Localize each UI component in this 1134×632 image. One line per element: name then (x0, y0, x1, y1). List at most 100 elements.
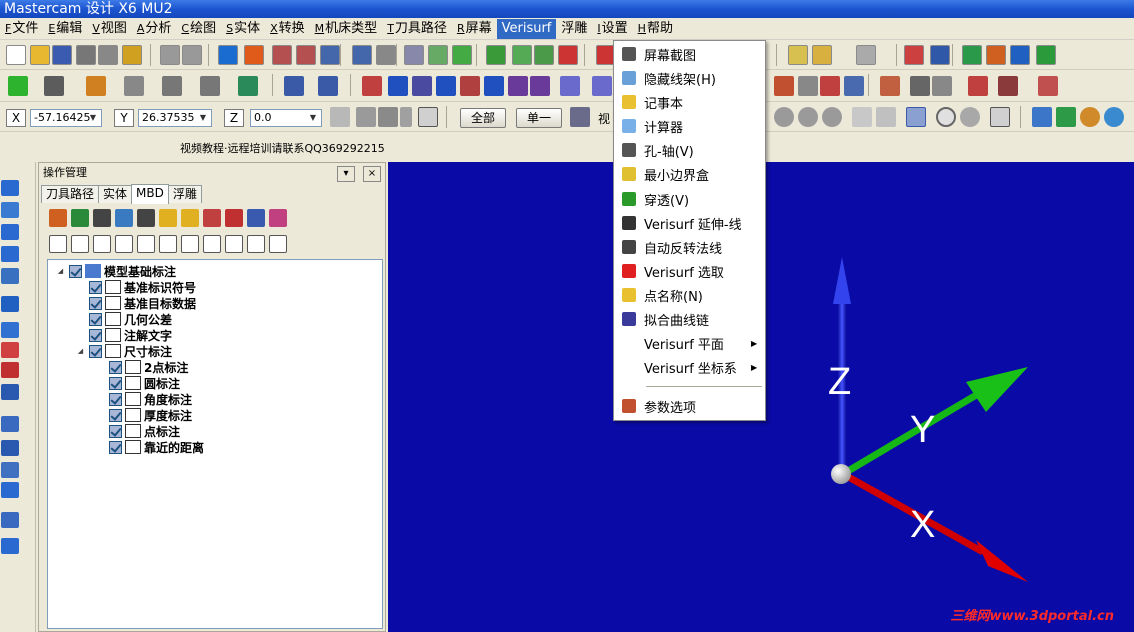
ops-dim-tool-icon-8[interactable] (225, 235, 243, 253)
toolbar2-button-icon-22[interactable] (844, 76, 864, 96)
menu-5[interactable]: S实体 (221, 19, 265, 39)
left-tool-icon-12[interactable] (1, 462, 19, 478)
help-icon[interactable] (418, 107, 438, 127)
ops-tool-icon-4[interactable] (137, 209, 155, 227)
select-all-button[interactable]: 全部 (460, 108, 506, 128)
menu-10[interactable]: Verisurf (496, 18, 557, 39)
ops-tab-1[interactable]: 实体 (98, 185, 133, 203)
color-select-icon[interactable] (960, 107, 980, 127)
toolbar2-button-icon-6[interactable] (238, 76, 258, 96)
ops-close-button[interactable]: × (363, 166, 381, 182)
tree-checkbox[interactable] (89, 344, 102, 358)
toolbar1-button-icon-23[interactable] (788, 45, 808, 65)
toolbar1-button-icon-14[interactable] (376, 45, 396, 65)
menu-13[interactable]: H帮助 (633, 19, 678, 39)
toolbar1-button-icon-29[interactable] (986, 45, 1006, 65)
toolbar2-button-icon-13[interactable] (460, 76, 480, 96)
ops-dim-tool-icon-9[interactable] (247, 235, 265, 253)
ops-dim-tool-icon-2[interactable] (93, 235, 111, 253)
ops-tool-icon-10[interactable] (269, 209, 287, 227)
verisurf-menu-item[interactable]: 参数选项 (614, 394, 765, 418)
ops-minimize-button[interactable]: ▾ (337, 166, 355, 182)
verisurf-menu-item[interactable]: 最小边界盒 (614, 162, 765, 186)
ops-dim-tool-icon-6[interactable] (181, 235, 199, 253)
mask-surface-icon[interactable] (774, 107, 794, 127)
toolbar2-button-icon-12[interactable] (436, 76, 456, 96)
left-tool-icon-5[interactable] (1, 296, 19, 312)
tree-node[interactable]: 注解文字 (76, 327, 172, 343)
toolbar1-button-icon-1[interactable] (30, 45, 50, 65)
left-tool-icon-7[interactable] (1, 342, 19, 358)
toolbar2-button-icon-23[interactable] (880, 76, 900, 96)
toolbar2-button-icon-8[interactable] (318, 76, 338, 96)
toolbar1-button-icon-30[interactable] (1010, 45, 1030, 65)
y-dropdown-icon[interactable]: ▼ (196, 109, 210, 127)
toolbar2-button-icon-14[interactable] (484, 76, 504, 96)
autocursor-dropdown-icon[interactable] (400, 107, 412, 127)
left-tool-icon-6[interactable] (1, 322, 19, 338)
x-dropdown-icon[interactable]: ▼ (86, 109, 100, 127)
left-tool-icon-13[interactable] (1, 482, 19, 498)
autocursor-icon[interactable] (378, 107, 398, 127)
warning-icon[interactable] (356, 107, 376, 127)
z-dropdown-icon[interactable]: ▼ (306, 109, 320, 127)
ops-dim-tool-icon-7[interactable] (203, 235, 221, 253)
menu-3[interactable]: A分析 (132, 19, 177, 39)
toolbar1-button-icon-18[interactable] (486, 45, 506, 65)
verisurf-menu-item[interactable]: Verisurf 选取 (614, 259, 765, 283)
verisurf-menu-item[interactable]: 屏幕截图 (614, 42, 765, 66)
selection-mode-icon[interactable] (570, 107, 590, 127)
toolbar2-button-icon-16[interactable] (530, 76, 550, 96)
ops-dim-tool-icon-1[interactable] (71, 235, 89, 253)
menu-8[interactable]: T刀具路径 (382, 19, 452, 39)
tree-checkbox[interactable] (109, 408, 122, 422)
toolbar2-button-icon-20[interactable] (798, 76, 818, 96)
toolbar1-button-icon-4[interactable] (98, 45, 118, 65)
toolbar1-button-icon-25[interactable] (856, 45, 876, 65)
toolbar2-button-icon-3[interactable] (124, 76, 144, 96)
tree-checkbox[interactable] (109, 376, 122, 390)
ops-tool-icon-5[interactable] (159, 209, 177, 227)
mask-edge-icon[interactable] (876, 107, 896, 127)
toolbar2-button-icon-4[interactable] (162, 76, 182, 96)
toolbar2-button-icon-1[interactable] (44, 76, 64, 96)
toolbar1-button-icon-21[interactable] (558, 45, 578, 65)
shade-icon[interactable] (1080, 107, 1100, 127)
select-single-button[interactable]: 单一 (516, 108, 562, 128)
help-icon-2[interactable] (990, 107, 1010, 127)
ops-dim-tool-icon-0[interactable] (49, 235, 67, 253)
toolbar2-button-icon-24[interactable] (910, 76, 930, 96)
tree-checkbox[interactable] (109, 424, 122, 438)
ops-tool-icon-0[interactable] (49, 209, 67, 227)
toolbar1-button-icon-15[interactable] (404, 45, 424, 65)
toolbar1-button-icon-17[interactable] (452, 45, 472, 65)
menu-12[interactable]: I设置 (592, 19, 632, 39)
ops-dim-tool-icon-10[interactable] (269, 235, 287, 253)
toolbar1-button-icon-20[interactable] (534, 45, 554, 65)
tree-checkbox[interactable] (89, 312, 102, 326)
left-tool-icon-1[interactable] (1, 202, 19, 218)
ops-tool-icon-3[interactable] (115, 209, 133, 227)
tree-node[interactable]: ◢ 模型基础标注 (56, 263, 176, 279)
menu-9[interactable]: R屏幕 (452, 19, 497, 39)
tree-node[interactable]: ◢ 尺寸标注 (76, 343, 172, 359)
ops-tool-icon-7[interactable] (203, 209, 221, 227)
fast-point-icon[interactable] (330, 107, 350, 127)
toolbar2-button-icon-25[interactable] (932, 76, 952, 96)
tree-node[interactable]: 基准标识符号 (76, 279, 196, 295)
left-tool-icon-4[interactable] (1, 268, 19, 284)
verisurf-menu-item[interactable]: Verisurf 延伸-线 (614, 211, 765, 235)
verisurf-menu-item[interactable]: 穿透(V) (614, 187, 765, 211)
toolbar2-button-icon-19[interactable] (774, 76, 794, 96)
verify-select-icon[interactable] (906, 107, 926, 127)
toolbar1-button-icon-26[interactable] (904, 45, 924, 65)
toolbar2-button-icon-15[interactable] (508, 76, 528, 96)
toolbar1-button-icon-12[interactable] (320, 45, 340, 65)
render-solid-icon[interactable] (1056, 107, 1076, 127)
ops-dim-tool-icon-4[interactable] (137, 235, 155, 253)
left-tool-icon-14[interactable] (1, 512, 19, 528)
toolbar1-button-icon-24[interactable] (812, 45, 832, 65)
verisurf-menu-item[interactable]: 隐藏线架(H) (614, 66, 765, 90)
no-select-icon[interactable] (936, 107, 956, 127)
left-tool-icon-10[interactable] (1, 416, 19, 432)
